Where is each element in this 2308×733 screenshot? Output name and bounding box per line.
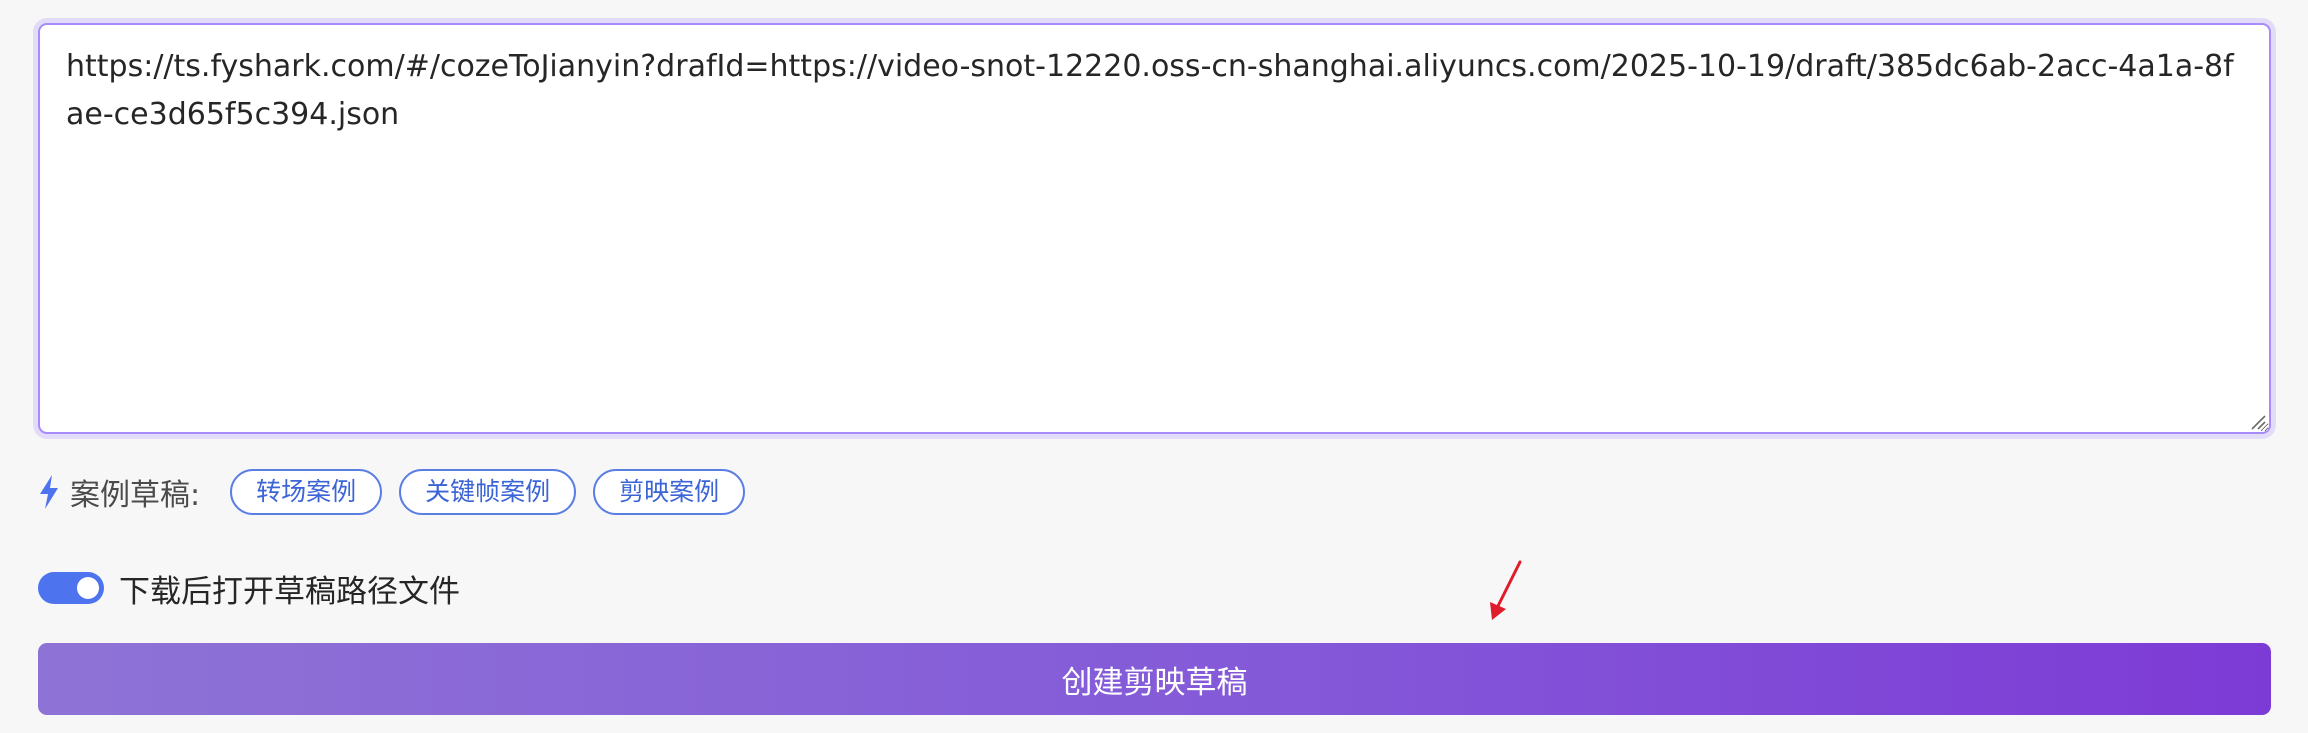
resize-grip-icon[interactable] xyxy=(2250,414,2266,430)
open-path-toggle[interactable] xyxy=(38,572,104,604)
example-chip-jianying[interactable]: 剪映案例 xyxy=(593,469,746,515)
example-drafts-row: 案例草稿: 转场案例 关键帧案例 剪映案例 xyxy=(38,468,762,516)
open-path-toggle-row: 下载后打开草稿路径文件 xyxy=(38,566,460,610)
example-chip-keyframe[interactable]: 关键帧案例 xyxy=(399,469,577,515)
create-draft-button[interactable]: 创建剪映草稿 xyxy=(38,643,2271,715)
example-drafts-label: 案例草稿: xyxy=(70,478,201,513)
example-chip-transition[interactable]: 转场案例 xyxy=(230,469,383,515)
open-path-toggle-label: 下载后打开草稿路径文件 xyxy=(119,573,460,610)
annotation-arrow-icon xyxy=(1490,560,1522,620)
draft-url-textarea[interactable]: https://ts.fyshark.com/#/cozeToJianyin?d… xyxy=(38,23,2271,434)
lightning-bolt-icon xyxy=(40,475,58,509)
toggle-knob xyxy=(77,577,99,599)
